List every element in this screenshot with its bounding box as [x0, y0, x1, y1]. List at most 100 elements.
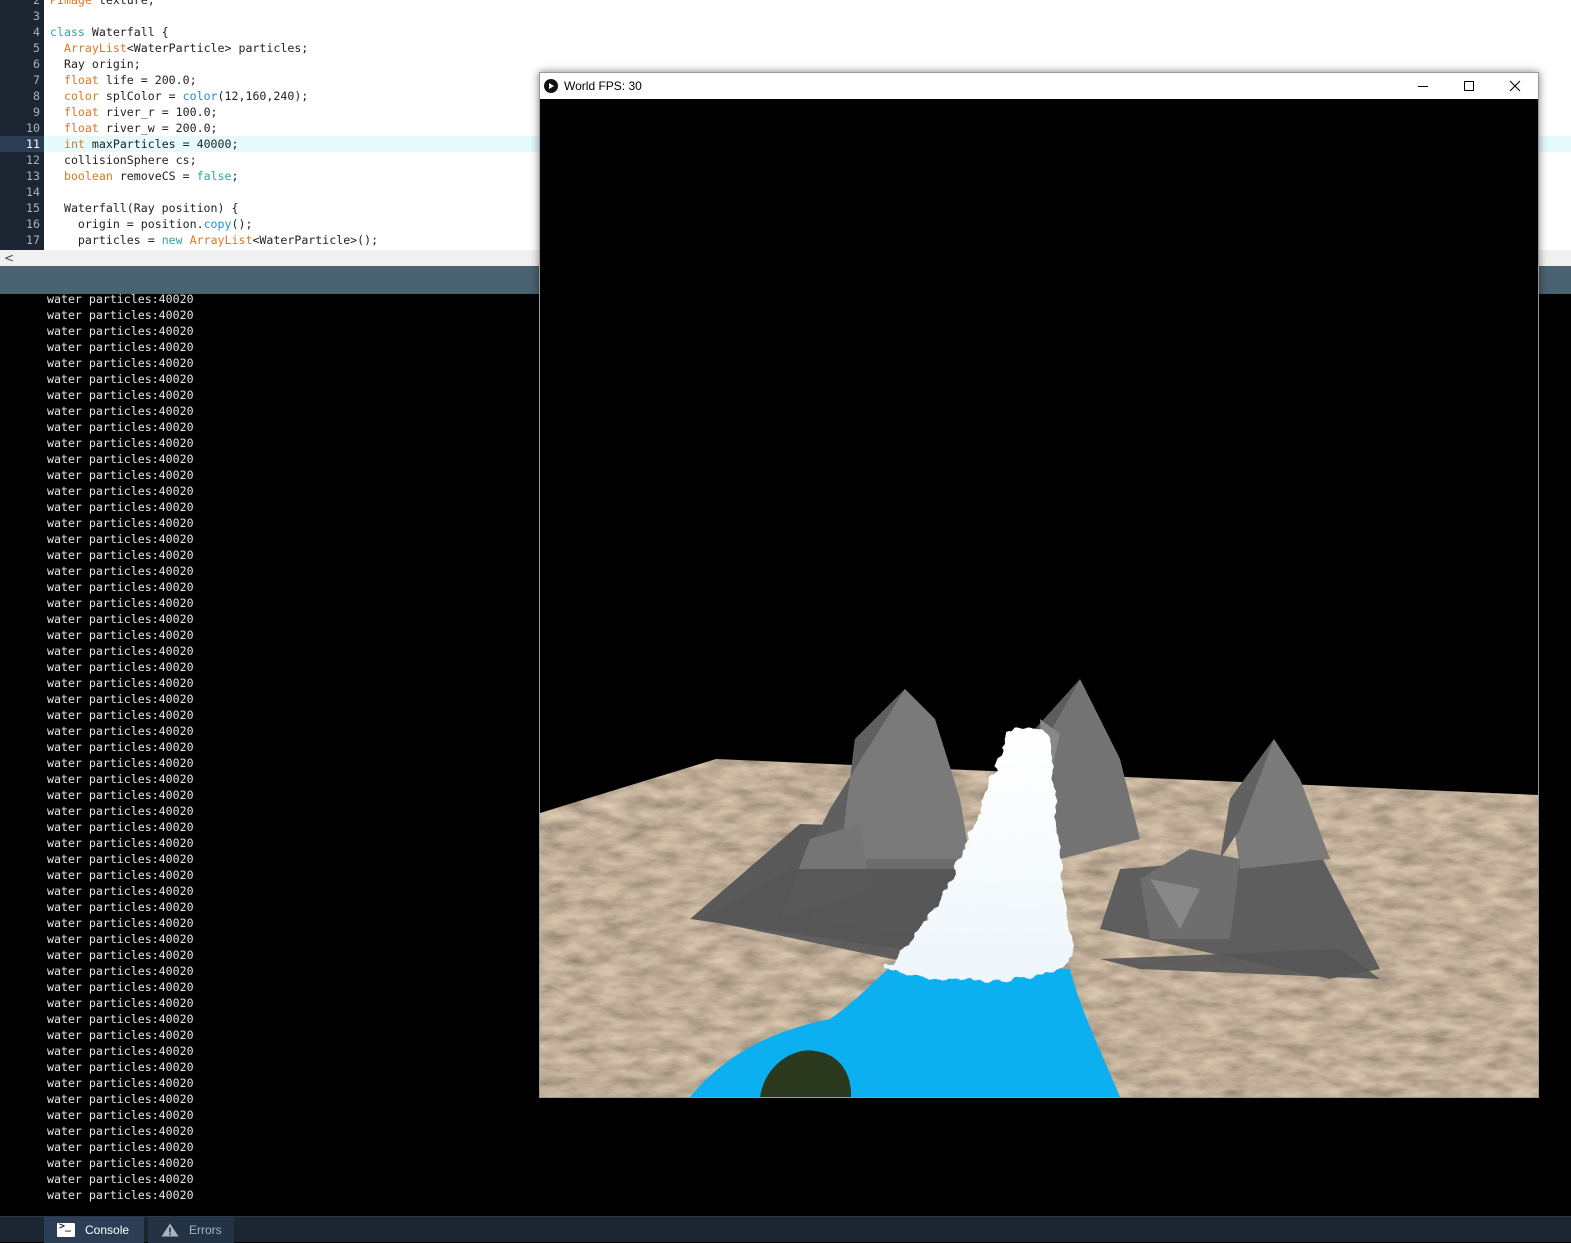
processing-app-icon	[544, 79, 558, 93]
tab-errors[interactable]: Errors	[148, 1217, 234, 1243]
sketch-titlebar[interactable]: World FPS: 30	[540, 73, 1538, 99]
code-text: boolean removeCS = false;	[63, 169, 239, 183]
console-line: water particles:40020	[47, 980, 194, 994]
line-number: 11	[0, 136, 44, 152]
sketch-window[interactable]: World FPS: 30	[539, 72, 1539, 1098]
code-text: Waterfall(Ray position) {	[50, 201, 239, 215]
console-line: water particles:40020	[47, 500, 194, 514]
console-line: water particles:40020	[47, 1156, 194, 1170]
code-text: origin = position.copy();	[50, 217, 253, 231]
console-line: water particles:40020	[47, 1140, 194, 1154]
console-line: water particles:40020	[47, 324, 194, 338]
console-line: water particles:40020	[47, 532, 194, 546]
console-line: water particles:40020	[47, 996, 194, 1010]
console-line: water particles:40020	[47, 644, 194, 658]
console-line: water particles:40020	[47, 628, 194, 642]
console-line: water particles:40020	[47, 484, 194, 498]
window-title: World FPS: 30	[564, 79, 642, 93]
line-number: 9	[33, 105, 40, 119]
console-line: water particles:40020	[47, 1124, 194, 1138]
code-text: collisionSphere cs;	[50, 153, 197, 167]
console-line: water particles:40020	[47, 772, 194, 786]
scroll-left-arrow-icon[interactable]: <	[4, 250, 14, 266]
console-line: water particles:40020	[47, 788, 194, 802]
console-line: water particles:40020	[47, 884, 194, 898]
line-number: 12	[26, 153, 40, 167]
console-line: water particles:40020	[47, 692, 194, 706]
console-line: water particles:40020	[47, 596, 194, 610]
console-line: water particles:40020	[47, 740, 194, 754]
code-line[interactable]: 5 ArrayList<WaterParticle> particles;	[0, 40, 1571, 56]
console-line: water particles:40020	[47, 1172, 194, 1186]
console-line: water particles:40020	[47, 308, 194, 322]
code-text: particles = new ArrayList<WaterParticle>…	[50, 233, 379, 247]
line-number: 14	[26, 185, 40, 199]
code-line[interactable]: 4 class Waterfall {	[0, 24, 1571, 40]
code-text: ArrayList<WaterParticle> particles;	[63, 41, 309, 55]
console-line: water particles:40020	[47, 1060, 194, 1074]
code-text: class Waterfall {	[50, 25, 169, 39]
code-text: int maxParticles = 40000;	[63, 137, 239, 151]
tab-console-label: Console	[85, 1223, 130, 1237]
console-line: water particles:40020	[47, 676, 194, 690]
code-text: PImage texture;	[50, 0, 155, 7]
console-line: water particles:40020	[47, 804, 194, 818]
line-number: 10	[26, 121, 40, 135]
console-line: water particles:40020	[47, 612, 194, 626]
tab-console[interactable]: >_ Console	[44, 1217, 144, 1243]
console-line: water particles:40020	[47, 724, 194, 738]
console-tab-bar: >_ Console Errors	[0, 1216, 1571, 1243]
line-number: 13	[26, 169, 40, 183]
code-line[interactable]: 3	[0, 8, 1571, 24]
console-line: water particles:40020	[47, 820, 194, 834]
console-line: water particles:40020	[47, 1092, 194, 1106]
line-number: 2	[33, 0, 40, 7]
console-line: water particles:40020	[47, 708, 194, 722]
console-line: water particles:40020	[47, 836, 194, 850]
code-text: float river_r = 100.0;	[63, 105, 218, 119]
console-line: water particles:40020	[47, 420, 194, 434]
code-text: Ray origin;	[50, 57, 141, 71]
console-line: water particles:40020	[47, 964, 194, 978]
console-line: water particles:40020	[47, 468, 194, 482]
sketch-canvas[interactable]	[540, 99, 1538, 1097]
console-line: water particles:40020	[47, 1076, 194, 1090]
line-number: 7	[33, 73, 40, 87]
console-line: water particles:40020	[47, 340, 194, 354]
line-number: 4	[33, 25, 40, 39]
code-line[interactable]: 2 PImage texture;	[0, 0, 1571, 8]
console-line: water particles:40020	[47, 372, 194, 386]
close-button[interactable]	[1492, 73, 1538, 99]
tab-errors-label: Errors	[189, 1223, 222, 1237]
line-number: 16	[26, 217, 40, 231]
console-line: water particles:40020	[47, 404, 194, 418]
line-number: 17	[26, 233, 40, 247]
console-line: water particles:40020	[47, 1012, 194, 1026]
minimize-button[interactable]	[1400, 73, 1446, 99]
console-line: water particles:40020	[47, 948, 194, 962]
close-icon	[1509, 80, 1521, 92]
console-line: water particles:40020	[47, 868, 194, 882]
console-line: water particles:40020	[47, 356, 194, 370]
terminal-icon: >_	[57, 1221, 75, 1237]
console-line: water particles:40020	[47, 916, 194, 930]
minimize-icon	[1418, 86, 1428, 87]
line-number: 8	[33, 89, 40, 103]
line-number: 15	[26, 201, 40, 215]
console-line: water particles:40020	[47, 1108, 194, 1122]
console-line: water particles:40020	[47, 1188, 194, 1202]
console-line: water particles:40020	[47, 564, 194, 578]
maximize-button[interactable]	[1446, 73, 1492, 99]
console-line: water particles:40020	[47, 900, 194, 914]
console-line: water particles:40020	[47, 452, 194, 466]
console-line: water particles:40020	[47, 548, 194, 562]
console-line: water particles:40020	[47, 932, 194, 946]
code-text: float river_w = 200.0;	[63, 121, 218, 135]
line-number: 3	[33, 9, 40, 23]
code-line[interactable]: 6 Ray origin;	[0, 56, 1571, 72]
console-line: water particles:40020	[47, 756, 194, 770]
console-line: water particles:40020	[47, 660, 194, 674]
console-line: water particles:40020	[47, 852, 194, 866]
warning-icon	[161, 1223, 179, 1237]
console-line: water particles:40020	[47, 516, 194, 530]
